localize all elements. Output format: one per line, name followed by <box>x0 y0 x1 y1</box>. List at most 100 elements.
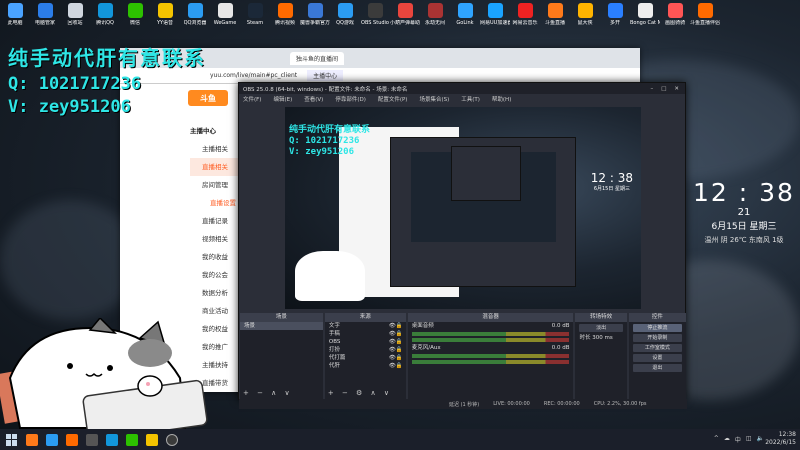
desktop-icon[interactable]: QQ浏览器 <box>180 0 210 34</box>
side-menu-item[interactable]: 我的收益 <box>190 248 240 266</box>
desktop-icon[interactable]: 此电脑 <box>0 0 30 34</box>
obs-menu-item[interactable]: 帮助(H) <box>492 95 511 103</box>
tray-icon[interactable]: ☁ <box>724 435 730 444</box>
obs-preview[interactable]: 纯手动代肝有意联系 Q: 1021717236 V: zey951206 12 … <box>285 107 641 309</box>
tray-icon[interactable]: 🔈 <box>757 435 764 444</box>
desktop-icon-label: WeGame <box>213 20 237 26</box>
obs-menu-item[interactable]: 停靠部件(D) <box>335 95 366 103</box>
bongo-cat-image <box>0 318 208 438</box>
transitions-dock: 转场特效 淡出 时长 300 ms <box>575 313 627 399</box>
control-button[interactable]: 开始录制 <box>632 334 682 342</box>
control-button[interactable]: 工作室模式 <box>632 344 682 352</box>
taskbar-yy-icon[interactable] <box>146 433 158 446</box>
desktop-icon[interactable]: 鼠大侠 <box>570 0 600 34</box>
desktop-icon[interactable]: 斗鱼直播 <box>540 0 570 34</box>
volume-slider[interactable] <box>411 360 570 364</box>
desktop-icon[interactable]: OBS Studio <box>360 0 390 34</box>
visibility-icon[interactable]: 👁🔒 <box>389 330 406 338</box>
obs-menu-item[interactable]: 工具(T) <box>461 95 480 103</box>
browser-tab-active[interactable]: 主播中心 <box>307 70 344 81</box>
tray-icon[interactable]: ◫ <box>746 435 752 444</box>
side-menu-item[interactable]: 主播相关 <box>190 140 240 158</box>
desktop-icon[interactable]: 网易UU加速器 <box>480 0 510 34</box>
desktop-icon[interactable]: 小葫芦弹幕助手 <box>390 0 420 34</box>
side-menu-item[interactable]: 直播相关 <box>190 158 240 176</box>
desktop-icon[interactable]: 多开 <box>600 0 630 34</box>
desktop-icon[interactable]: 微信 <box>120 0 150 34</box>
visibility-icon[interactable]: 👁🔒 <box>389 338 406 346</box>
desktop-icon[interactable]: 魔兽争霸官方对战平台 <box>300 0 330 34</box>
obs-title: OBS 25.0.8 (64-bit, windows) - 配置文件: 未命名… <box>243 86 408 93</box>
transition-select[interactable]: 淡出 <box>579 324 623 332</box>
status-rec: REC: 00:00:00 <box>543 401 580 407</box>
taskbar-douyu-assistant-icon[interactable] <box>66 433 78 446</box>
desktop-icon[interactable]: QQ游戏 <box>330 0 360 34</box>
tray-icon[interactable]: ^ <box>714 435 719 444</box>
desktop-icon[interactable]: YY语音 <box>150 0 180 34</box>
visibility-icon[interactable]: 👁🔒 <box>389 346 406 354</box>
windows-start-icon[interactable] <box>6 433 18 446</box>
desktop-icon[interactable]: 画图骑骑 <box>660 0 690 34</box>
volume-slider[interactable] <box>411 338 570 342</box>
status-live: LIVE: 00:00:00 <box>493 401 530 407</box>
side-menu-item[interactable]: 我的公会 <box>190 266 240 284</box>
scene-tools[interactable]: + − ∧ ∨ <box>243 389 293 397</box>
taskbar-app-icon[interactable] <box>86 433 98 446</box>
desktop-icon[interactable]: GoLink <box>450 0 480 34</box>
desktop-icon[interactable]: 腾讯视频 <box>270 0 300 34</box>
taskbar-wechat-icon[interactable] <box>126 433 138 446</box>
source-item[interactable]: 代肝 👁🔒 <box>325 362 406 370</box>
taskbar-qq-icon[interactable] <box>106 433 118 446</box>
sources-dock: 来源 文字 👁🔒 手稿 👁🔒 OBS 👁🔒 打扮 👁🔒 代打篇 👁🔒 代肝 👁🔒 + − … <box>324 313 406 399</box>
obs-menu-item[interactable]: 编辑(E) <box>273 95 292 103</box>
sources-title: 来源 <box>324 313 406 322</box>
source-item[interactable]: OBS 👁🔒 <box>325 338 406 346</box>
browser-tab[interactable]: 独斗鱼的直播间 <box>290 51 345 65</box>
minimize-icon[interactable]: – <box>650 86 653 92</box>
obs-menu-item[interactable]: 配置文件(P) <box>378 95 408 103</box>
source-label: 代肝 <box>328 363 340 369</box>
obs-menu-item[interactable]: 查看(V) <box>304 95 323 103</box>
taskbar-browser-icon[interactable] <box>46 433 58 446</box>
source-tools[interactable]: + − ⚙ ∧ ∨ <box>328 389 392 397</box>
desktop-icon[interactable]: 回收站 <box>60 0 90 34</box>
taskbar-obs-icon[interactable] <box>166 433 178 446</box>
maximize-icon[interactable]: □ <box>661 86 666 92</box>
desktop-icon[interactable]: 电脑管家 <box>30 0 60 34</box>
desktop-icon[interactable]: Bongo Cat Mver <box>630 0 660 34</box>
visibility-icon[interactable]: 👁🔒 <box>389 322 406 330</box>
control-button[interactable]: 停止推流 <box>632 324 682 332</box>
side-menu-item[interactable]: 视频相关 <box>190 230 240 248</box>
visibility-icon[interactable]: 👁🔒 <box>389 354 406 362</box>
taskbar-clock[interactable]: 12:38 2022/6/15 <box>765 431 796 447</box>
desktop-icon[interactable]: 永劫无间 <box>420 0 450 34</box>
obs-menu-item[interactable]: 场景集合(S) <box>419 95 449 103</box>
scene-item[interactable]: 场景 <box>240 322 323 330</box>
url-text[interactable]: yuu.com/live/main#pc_client <box>210 72 297 79</box>
desktop-icon[interactable]: Steam <box>240 0 270 34</box>
side-menu-item[interactable]: 直播记录 <box>190 212 240 230</box>
tray-icon[interactable]: 中 <box>735 435 741 444</box>
close-icon[interactable]: ✕ <box>674 86 679 92</box>
desktop-icon[interactable]: 腾讯QQ <box>90 0 120 34</box>
obs-menu-item[interactable]: 文件(F) <box>243 95 261 103</box>
side-menu-item[interactable]: 数据分析 <box>190 284 240 302</box>
desktop-icon[interactable]: WeGame <box>210 0 240 34</box>
control-button[interactable]: 退出 <box>632 364 682 372</box>
source-item[interactable]: 打扮 👁🔒 <box>325 346 406 354</box>
control-button[interactable]: 设置 <box>632 354 682 362</box>
source-item[interactable]: 文字 👁🔒 <box>325 322 406 330</box>
preview-overlay-line-3: V: zey951206 <box>289 147 355 157</box>
duration-input[interactable]: 300 ms <box>592 335 612 341</box>
overlay-line-2: Q: 1021717236 <box>8 74 142 94</box>
desktop-icon[interactable]: 网易云音乐 <box>510 0 540 34</box>
source-item[interactable]: 代打篇 👁🔒 <box>325 354 406 362</box>
side-menu-item[interactable]: 房间管理 <box>190 176 240 194</box>
taskbar-douyu-icon[interactable] <box>26 433 38 446</box>
clock-date: 6月15日 星期三 <box>711 222 777 232</box>
source-item[interactable]: 手稿 👁🔒 <box>325 330 406 338</box>
side-menu-item[interactable]: 直播设置 <box>190 194 240 212</box>
desktop-icon[interactable]: 斗鱼直播伴侣 <box>690 0 720 34</box>
system-tray: ^ ☁ 中 ◫ 🔈 <box>714 435 764 444</box>
visibility-icon[interactable]: 👁🔒 <box>389 362 406 370</box>
